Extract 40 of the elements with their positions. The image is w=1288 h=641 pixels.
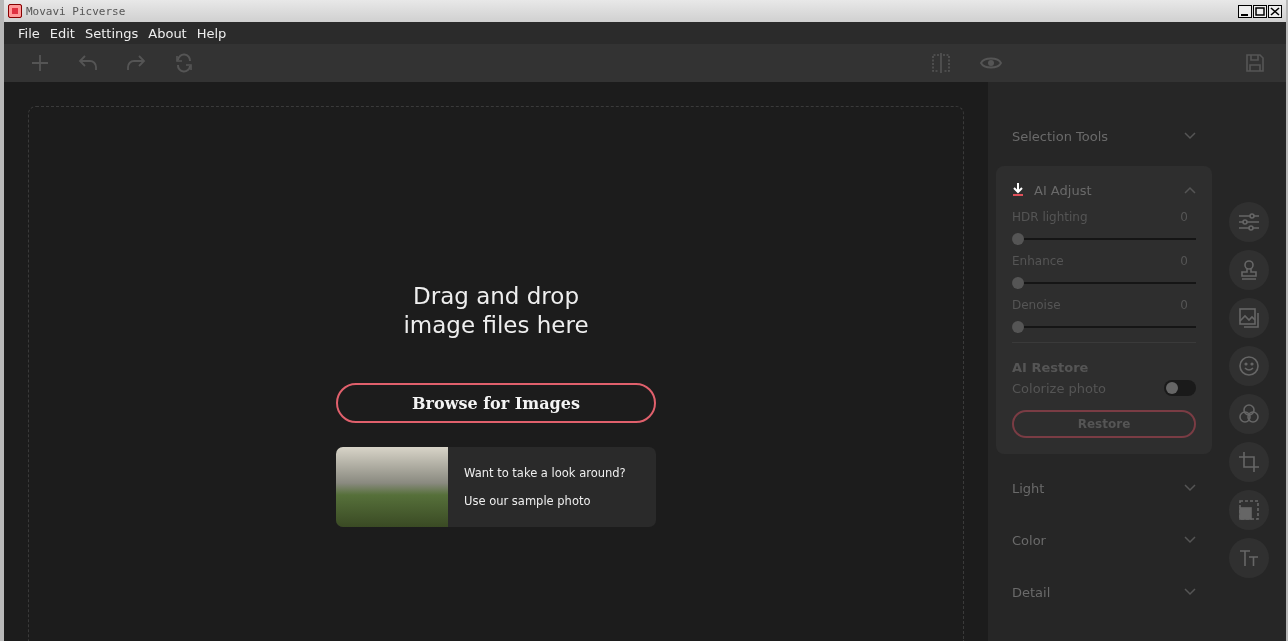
maximize-icon[interactable] (1253, 4, 1267, 18)
drop-heading: Drag and drop image files here (402, 282, 590, 340)
menu-item[interactable]: About (144, 25, 191, 41)
adjust-sliders-icon[interactable] (1229, 202, 1269, 242)
image-layers-icon[interactable] (1229, 298, 1269, 338)
menu-item[interactable]: Settings (80, 25, 143, 41)
redo-icon[interactable] (126, 53, 146, 73)
chevron-down-icon[interactable] (1184, 536, 1196, 544)
sample-card[interactable]: Want to take a look around? Use our sample photo (336, 447, 656, 527)
chevron-down-icon[interactable] (1184, 588, 1196, 596)
sample-photo-link[interactable]: Use our sample photo (464, 494, 626, 508)
chevron-up-icon[interactable] (1184, 186, 1196, 194)
download-icon (1012, 183, 1024, 197)
menu-item[interactable]: Help (192, 25, 231, 41)
compare-icon[interactable] (930, 53, 952, 73)
chevron-down-icon[interactable] (1184, 484, 1196, 492)
app-icon (8, 4, 22, 18)
slider-thumb[interactable] (1012, 233, 1024, 245)
stamp-icon[interactable] (1229, 250, 1269, 290)
circles-icon[interactable] (1229, 394, 1269, 434)
drop-zone[interactable]: Drag and drop image files here Browse for Images Want to take a look around? Use our sample photo (28, 106, 964, 641)
window-title: Movavi Picverse (26, 4, 126, 18)
browse-button[interactable]: Browse for Images (336, 383, 656, 423)
chevron-down-icon[interactable] (1184, 132, 1196, 140)
close-icon[interactable] (1268, 4, 1282, 18)
add-icon[interactable] (30, 53, 50, 73)
slider-thumb[interactable] (1012, 321, 1024, 333)
toggle-switch[interactable] (1164, 380, 1196, 396)
text-size-icon[interactable] (1229, 538, 1269, 578)
eye-icon[interactable] (980, 55, 1002, 71)
crop-icon[interactable] (1229, 442, 1269, 482)
sample-question: Want to take a look around? (464, 466, 626, 480)
slider-thumb[interactable] (1012, 277, 1024, 289)
menu-item[interactable]: Edit (45, 25, 79, 41)
menu-item[interactable]: File (14, 25, 44, 41)
undo-icon[interactable] (78, 53, 98, 73)
minimize-icon[interactable] (1238, 4, 1252, 18)
refresh-icon[interactable] (174, 53, 194, 73)
smiley-icon[interactable] (1229, 346, 1269, 386)
save-icon[interactable] (1246, 54, 1264, 72)
